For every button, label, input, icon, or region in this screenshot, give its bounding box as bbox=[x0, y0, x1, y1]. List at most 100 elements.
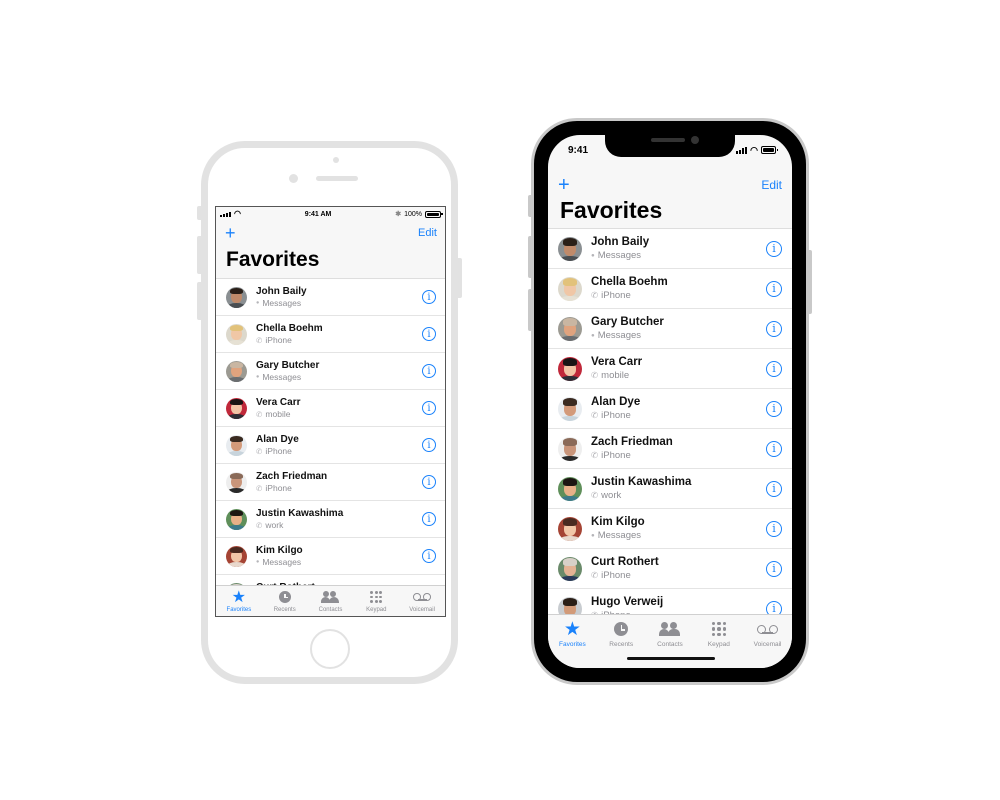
favorite-row[interactable]: Zach Friedman ✆ iPhone i bbox=[216, 464, 445, 501]
favorite-row[interactable]: Alan Dye ✆ iPhone i bbox=[548, 389, 792, 429]
keypad-dot bbox=[711, 632, 716, 637]
info-button[interactable]: i bbox=[422, 512, 436, 526]
info-button[interactable]: i bbox=[422, 438, 436, 452]
favorite-row[interactable]: Gary Butcher ● Messages i bbox=[216, 353, 445, 390]
info-button[interactable]: i bbox=[422, 290, 436, 304]
favorite-row[interactable]: John Baily ● Messages i bbox=[216, 279, 445, 316]
favorite-text: Gary Butcher ● Messages bbox=[591, 316, 766, 342]
phone-screen-small: ◠ 9:41 AM ✱ 100% + Edit Favorites John B… bbox=[215, 206, 446, 617]
add-favorite-button[interactable]: + bbox=[225, 223, 236, 244]
favorite-row[interactable]: Justin Kawashima ✆ work i bbox=[548, 469, 792, 509]
info-button[interactable]: i bbox=[422, 327, 436, 341]
favorite-row[interactable]: Kim Kilgo ● Messages i bbox=[548, 509, 792, 549]
tab-keypad[interactable]: Keypad bbox=[353, 589, 399, 616]
info-button[interactable]: i bbox=[766, 560, 782, 577]
info-button[interactable]: i bbox=[766, 280, 782, 297]
message-bubble-icon: ● bbox=[256, 558, 260, 565]
wifi-icon: ◠ bbox=[234, 209, 241, 218]
favorite-row[interactable]: John Baily ● Messages i bbox=[548, 229, 792, 269]
message-bubble-icon: ● bbox=[591, 251, 595, 259]
info-button[interactable]: i bbox=[766, 400, 782, 417]
edit-button[interactable]: Edit bbox=[418, 227, 437, 239]
contact-name: Curt Rothert bbox=[591, 555, 659, 568]
proximity-sensor bbox=[333, 157, 339, 163]
favorite-row[interactable]: Zach Friedman ✆ iPhone i bbox=[548, 429, 792, 469]
favorite-row[interactable]: Vera Carr ✆ mobile i bbox=[216, 390, 445, 427]
voicemail-icon bbox=[413, 589, 431, 605]
avatar-hair bbox=[230, 399, 243, 406]
tab-voicemail[interactable]: Voicemail bbox=[399, 589, 445, 616]
tab-favorites[interactable]: ★ Favorites bbox=[216, 589, 262, 616]
favorite-row[interactable]: Vera Carr ✆ mobile i bbox=[548, 349, 792, 389]
avatar bbox=[558, 436, 582, 461]
favorite-text: Alan Dye ✆ iPhone bbox=[591, 396, 766, 422]
contact-method: ✆iPhone bbox=[256, 335, 422, 346]
contact-name: Chella Boehm bbox=[256, 322, 323, 334]
tab-recents[interactable]: Recents bbox=[262, 589, 308, 616]
info-button[interactable]: i bbox=[766, 480, 782, 497]
phone-icon: ✆ bbox=[256, 446, 263, 456]
favorite-row[interactable]: Justin Kawashima ✆ work i bbox=[216, 501, 445, 538]
tab-favorites[interactable]: ★ Favorites bbox=[548, 619, 597, 668]
favorite-text: Gary Butcher ● Messages bbox=[256, 360, 422, 383]
contact-figure bbox=[669, 622, 677, 629]
favorite-row[interactable]: Kim Kilgo ● Messages i bbox=[216, 538, 445, 575]
favorite-row[interactable]: Chella Boehm ✆ iPhone i bbox=[548, 269, 792, 309]
contact-method: ✆iPhone bbox=[591, 409, 766, 422]
tab-contacts[interactable]: Contacts bbox=[308, 589, 354, 616]
contact-method: ● Messages bbox=[256, 557, 422, 568]
avatar-hair bbox=[230, 362, 243, 369]
favorite-row[interactable]: Chella Boehm ✆ iPhone i bbox=[216, 316, 445, 353]
tab-recents[interactable]: Recents bbox=[597, 619, 646, 668]
favorite-text: Alan Dye ✆ iPhone bbox=[256, 434, 422, 457]
favorite-row[interactable]: Curt Rothert✆iPhone i bbox=[548, 549, 792, 589]
info-button[interactable]: i bbox=[422, 475, 436, 489]
info-icon: i bbox=[772, 322, 776, 335]
edit-button[interactable]: Edit bbox=[761, 178, 782, 192]
favorite-row[interactable]: Gary Butcher ● Messages i bbox=[548, 309, 792, 349]
battery-icon bbox=[761, 146, 778, 154]
add-favorite-button[interactable]: + bbox=[558, 174, 570, 197]
tab-label: Favorites bbox=[226, 607, 252, 613]
info-icon: i bbox=[772, 362, 776, 375]
keypad-dot bbox=[711, 621, 716, 626]
tab-voicemail[interactable]: Voicemail bbox=[743, 619, 792, 668]
info-button[interactable]: i bbox=[766, 240, 782, 257]
avatar-shoulders bbox=[559, 495, 581, 501]
home-button[interactable] bbox=[310, 629, 350, 669]
avatar-hair bbox=[562, 558, 578, 566]
info-button[interactable]: i bbox=[422, 364, 436, 378]
page-title: Favorites bbox=[226, 248, 320, 271]
avatar-shoulders bbox=[227, 377, 246, 382]
info-button[interactable]: i bbox=[422, 549, 436, 563]
info-button[interactable]: i bbox=[422, 401, 436, 415]
contact-method-label: work bbox=[265, 519, 284, 530]
contact-method: ● Messages bbox=[591, 329, 766, 342]
favorite-text: Justin Kawashima ✆ work bbox=[591, 476, 766, 502]
info-button[interactable]: i bbox=[766, 520, 782, 537]
avatar bbox=[558, 356, 582, 381]
avatar bbox=[226, 434, 247, 456]
clock-icon bbox=[278, 589, 291, 605]
info-button[interactable]: i bbox=[766, 360, 782, 377]
info-button[interactable]: i bbox=[766, 440, 782, 457]
voicemail-glyph bbox=[757, 624, 779, 634]
battery-level bbox=[763, 148, 774, 152]
avatar-hair bbox=[230, 288, 243, 295]
info-icon: i bbox=[772, 522, 776, 535]
contact-method: ● Messages bbox=[256, 298, 422, 309]
favorite-row[interactable]: Alan Dye ✆ iPhone i bbox=[216, 427, 445, 464]
contact-method-label: Messages bbox=[597, 529, 642, 541]
avatar bbox=[226, 508, 247, 530]
contact-name: Vera Carr bbox=[591, 355, 643, 368]
keypad-dot bbox=[374, 595, 378, 599]
avatar-shoulders bbox=[559, 415, 581, 421]
tab-keypad[interactable]: Keypad bbox=[694, 619, 743, 668]
contact-name: Chella Boehm bbox=[591, 275, 668, 288]
info-button[interactable]: i bbox=[766, 320, 782, 337]
home-indicator[interactable] bbox=[627, 657, 715, 660]
voicemail-glyph bbox=[413, 593, 431, 601]
tab-contacts[interactable]: Contacts bbox=[646, 619, 695, 668]
avatar-hair bbox=[230, 473, 243, 480]
avatar-hair bbox=[562, 358, 578, 366]
